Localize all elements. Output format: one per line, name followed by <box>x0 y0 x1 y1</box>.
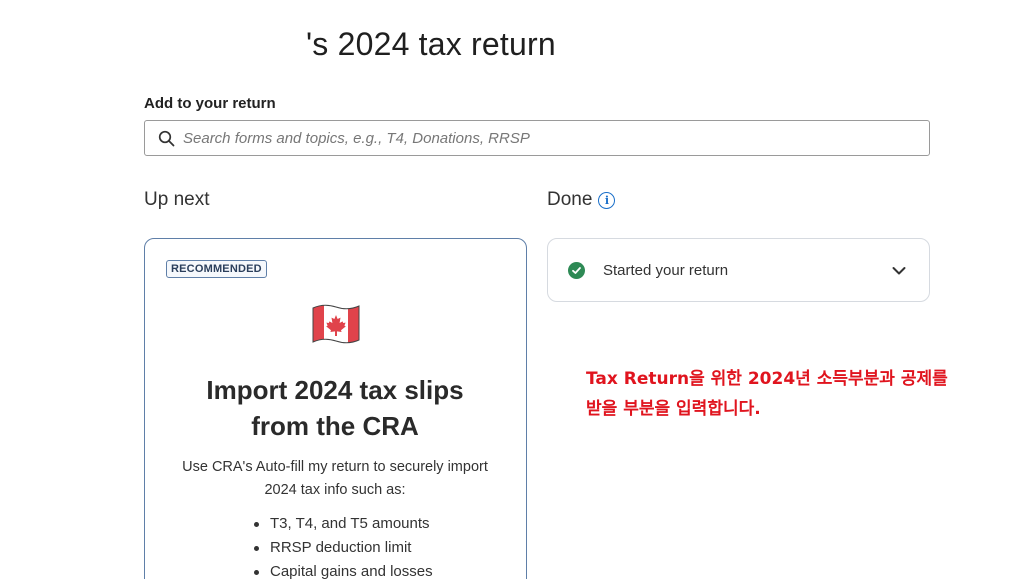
search-box[interactable] <box>144 120 930 156</box>
done-item-started-return[interactable]: Started your return <box>547 238 930 302</box>
list-item: RRSP deduction limit <box>251 536 433 560</box>
recommended-badge: RECOMMENDED <box>166 260 267 278</box>
card-title-line2: from the CRA <box>251 411 419 441</box>
canada-flag-icon <box>312 304 360 344</box>
page: 's 2024 tax return Add to your return Up… <box>0 0 1024 579</box>
recommended-card[interactable]: RECOMMENDED Import 2024 tax slips from t… <box>144 238 527 579</box>
page-title: 's 2024 tax return <box>306 26 556 62</box>
done-item-label: Started your return <box>603 261 729 279</box>
done-heading: Done i <box>547 189 616 211</box>
list-item: T3, T4, and T5 amounts <box>251 512 433 536</box>
annotation-note: Tax Return을 위한 2024년 소득부분과 공제를 받을 부분을 입력… <box>586 364 1006 424</box>
annotation-line1: Tax Return을 위한 2024년 소득부분과 공제를 <box>586 369 948 389</box>
info-icon[interactable]: i <box>598 191 616 209</box>
list-item: Capital gains and losses <box>251 560 433 579</box>
up-next-heading: Up next <box>144 189 210 210</box>
card-desc-line2: 2024 tax info such as: <box>264 482 406 498</box>
check-circle-icon <box>568 261 585 279</box>
done-heading-label: Done <box>547 189 593 210</box>
card-description: Use CRA's Auto-fill my return to securel… <box>165 456 505 502</box>
import-items-list: T3, T4, and T5 amounts RRSP deduction li… <box>251 512 433 579</box>
search-input[interactable] <box>183 129 883 147</box>
card-title: Import 2024 tax slips from the CRA <box>145 372 525 444</box>
annotation-line2: 받을 부분을 입력합니다. <box>586 399 761 419</box>
card-title-line1: Import 2024 tax slips <box>206 375 464 405</box>
chevron-down-icon[interactable] <box>891 263 907 279</box>
search-icon <box>157 129 175 147</box>
card-desc-line1: Use CRA's Auto-fill my return to securel… <box>182 459 488 475</box>
search-label: Add to your return <box>144 95 276 112</box>
